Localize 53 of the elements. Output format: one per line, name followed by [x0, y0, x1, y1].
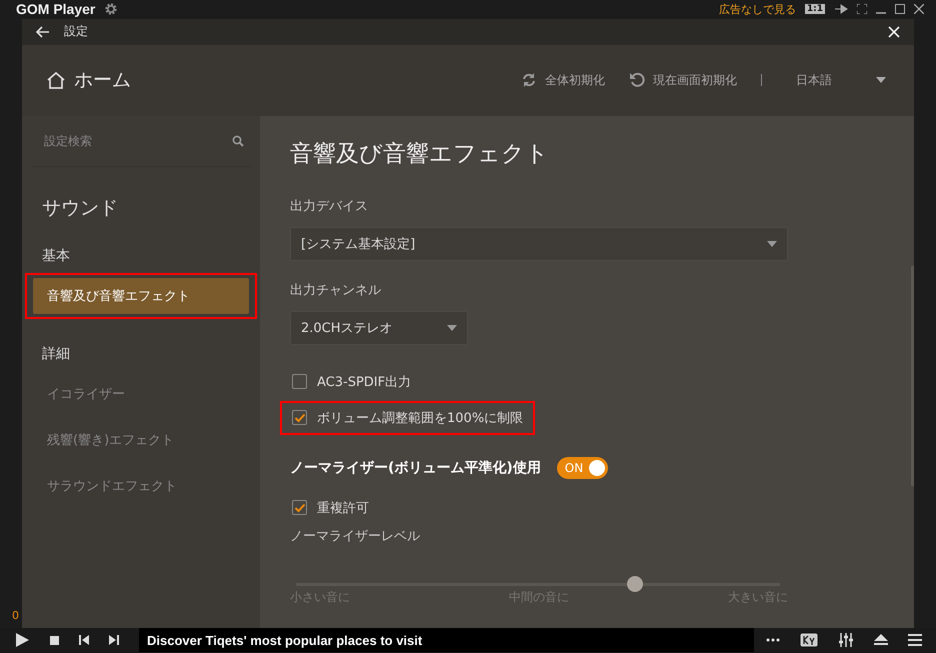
reset-button[interactable]: 現在画面初期化 — [653, 72, 737, 89]
dropdown-caret-icon[interactable] — [767, 240, 777, 247]
keyboard-icon[interactable] — [800, 633, 818, 648]
reset-icon[interactable] — [629, 72, 645, 88]
section-heading: サウンド — [42, 196, 119, 221]
search-icon[interactable] — [232, 134, 244, 147]
field-label: 出力デバイス — [290, 198, 368, 215]
next-icon[interactable] — [109, 635, 119, 646]
stop-icon[interactable] — [50, 636, 59, 645]
language-select[interactable]: 日本語 — [796, 72, 832, 89]
checkbox-label: ボリューム調整範囲を100%に制限 — [317, 410, 524, 427]
reset-button[interactable]: 全体初期化 — [545, 72, 605, 89]
ad-free-link[interactable]: 広告なしで見る — [718, 2, 796, 17]
settings-search-field[interactable]: 設定検索 — [42, 132, 232, 149]
more-icon[interactable] — [766, 638, 780, 642]
now-playing-bar[interactable]: Discover Tiqets' most popular places to visit — [139, 628, 754, 652]
field-label: ノーマライザーレベル — [290, 528, 420, 545]
sidebar-item[interactable]: サラウンドエフェクト — [33, 468, 249, 504]
play-icon[interactable] — [14, 632, 30, 648]
previous-icon[interactable] — [79, 635, 89, 646]
home-icon[interactable] — [46, 71, 66, 90]
checkbox-label: AC3-SPDIF出力 — [317, 374, 412, 391]
app-logo: GOM Player — [16, 1, 96, 18]
field-label: 出力チャンネル — [290, 282, 381, 299]
sidebar-item[interactable]: イコライザー — [33, 376, 249, 412]
dropdown-caret-icon[interactable] — [447, 324, 457, 331]
checkbox[interactable] — [292, 500, 307, 516]
checkbox[interactable] — [292, 410, 307, 426]
menu-icon[interactable] — [908, 634, 922, 646]
eject-icon[interactable] — [874, 634, 888, 646]
time-display: 0 — [12, 608, 19, 622]
back-icon[interactable] — [36, 26, 50, 38]
group-heading: 詳細 — [42, 344, 71, 363]
page-title: 音響及び音響エフェクト — [290, 140, 549, 169]
sidebar-item[interactable]: 音響及び音響エフェクト — [33, 278, 249, 314]
dropdown-caret-icon[interactable] — [876, 77, 886, 84]
checkbox-label: 重複許可 — [317, 500, 369, 517]
settings-icon[interactable] — [104, 2, 118, 16]
refresh-icon[interactable] — [521, 72, 537, 88]
slider-thumb[interactable] — [626, 576, 643, 592]
checkbox[interactable] — [292, 374, 307, 390]
group-heading: 基本 — [42, 246, 71, 265]
dialog-title: 設定 — [64, 23, 88, 40]
setting-heading: ノーマライザー(ボリューム平準化)使用 — [290, 458, 541, 477]
home-link[interactable]: ホーム — [74, 67, 131, 94]
close-icon[interactable] — [914, 4, 924, 14]
fullscreen-icon[interactable] — [857, 4, 867, 14]
dropdown[interactable]: [システム基本設定] — [290, 226, 788, 261]
dropdown[interactable]: 2.0CHステレオ — [290, 310, 468, 345]
equalizer-icon[interactable] — [838, 633, 854, 648]
sidebar-item[interactable]: 残響(響き)エフェクト — [33, 422, 249, 458]
ratio-button[interactable]: 1:1 — [804, 4, 825, 14]
maximize-icon[interactable] — [895, 4, 905, 14]
